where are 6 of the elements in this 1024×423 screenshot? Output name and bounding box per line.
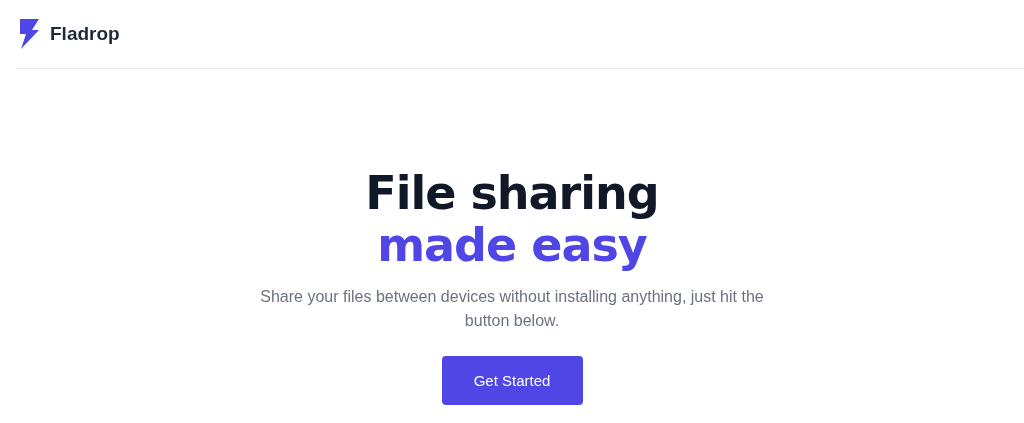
brand-name: Fladrop bbox=[50, 23, 120, 45]
hero-title: File sharing bbox=[365, 167, 659, 219]
hero-description: Share your files between devices without installing anything, just hit the button below. bbox=[259, 287, 765, 331]
lightning-bolt-icon bbox=[18, 19, 40, 49]
get-started-button[interactable]: Get Started bbox=[441, 356, 583, 405]
hero-title-highlight: made easy bbox=[376, 219, 647, 271]
